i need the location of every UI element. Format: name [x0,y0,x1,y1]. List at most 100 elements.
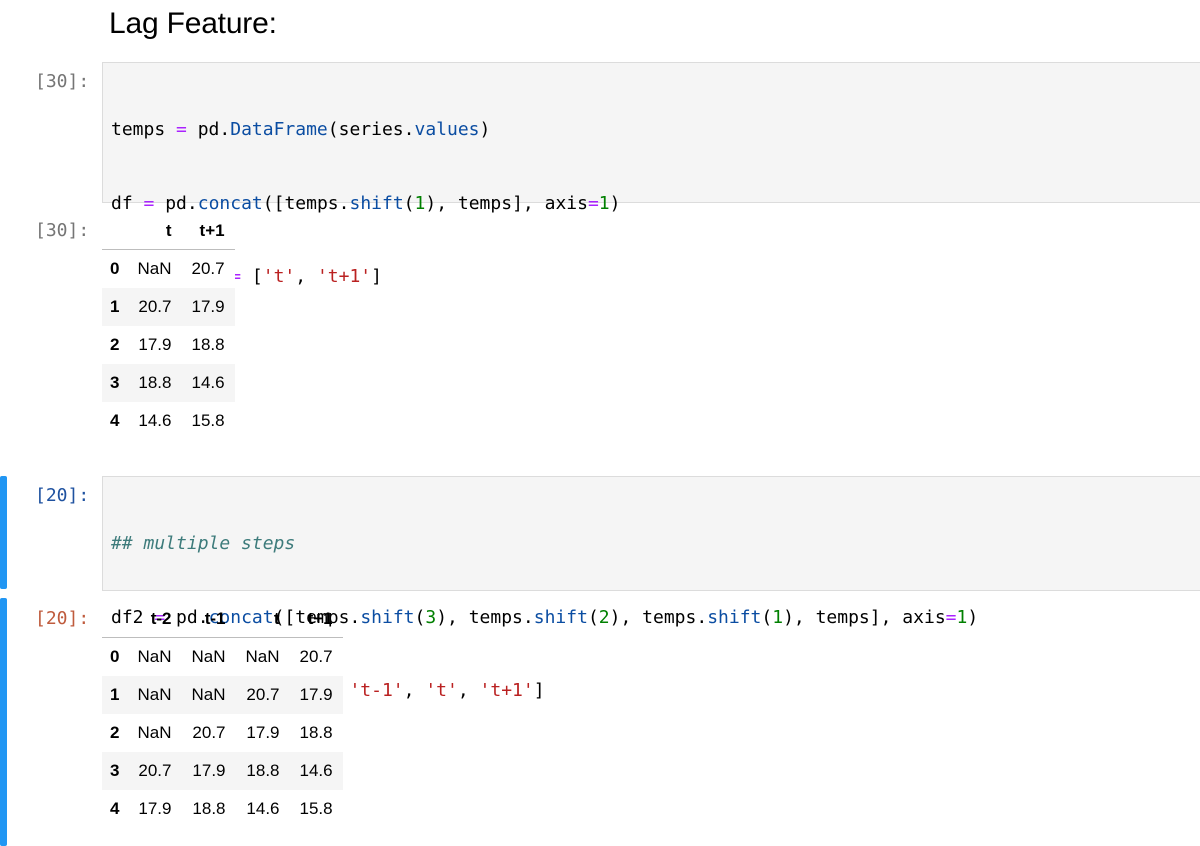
code-line: temps = pd.DataFrame(series.values) [111,118,620,143]
table-cell: 20.7 [299,647,333,666]
column-header: t+1 [289,601,343,638]
cell-1-code-editor[interactable]: temps = pd.DataFrame(series.values) df =… [102,62,1200,434]
code-token: temps [111,119,166,140]
table-cell: 20.7 [191,259,225,278]
cell-2-output-prompt: [20]: [35,608,90,629]
code-token: 't' [262,266,296,287]
table-row: 2 NaN 20.7 17.9 18.8 [102,714,343,752]
table-cell: 17.9 [138,335,172,354]
cell-2-input-prompt: [20]: [35,485,90,506]
cell-2-input-selection-bar[interactable] [0,476,7,589]
code-token: ] [371,266,382,287]
code-token: = [165,119,198,140]
code-token: shift [707,606,762,628]
column-header: t-1 [181,601,236,638]
table-row: 4 17.9 18.8 14.6 15.8 [102,790,343,828]
cell-2-dataframe: t-2 t-1 t t+1 0 NaN NaN NaN 20.7 1 NaN NaN 20.7 1… [102,601,343,828]
code-token: 1 [956,606,968,628]
table-cell: 18.8 [299,723,333,742]
row-index: 4 [110,799,120,818]
index-header [102,213,128,250]
table-cell: NaN [191,647,226,666]
code-token: shift [533,606,588,628]
table-cell: 18.8 [191,335,225,354]
code-token: ## multiple steps [111,533,296,554]
code-token: . [219,119,231,140]
code-token: ( [414,606,426,628]
cell-2-code-editor[interactable]: ## multiple steps df2 = pd.concat([temps… [102,476,1200,775]
code-token: ( [327,119,339,140]
code-token: [ [251,266,263,287]
code-token: temps [804,606,870,628]
code-token: = [587,192,599,214]
table-cell: 18.8 [192,799,226,818]
table-cell: 20.7 [138,297,172,316]
code-line: ## multiple steps [111,532,978,557]
table-header-row: t-2 t-1 t t+1 [102,601,343,638]
code-token: ), [425,192,448,214]
code-token: ], [869,606,892,628]
code-token: ), [436,606,458,628]
code-token: axis [533,192,588,214]
cell-1-output-prompt: [30]: [35,220,90,241]
code-token: 't' [425,680,458,701]
code-token: shift [360,606,415,628]
row-index: 3 [110,373,120,392]
code-token: axis [891,606,946,628]
table-row: 0 NaN NaN NaN 20.7 [102,637,343,676]
table-cell: 17.9 [191,297,225,316]
code-token: 3 [425,606,437,628]
row-index: 1 [110,297,120,316]
code-token: , [457,680,480,701]
table-cell: 14.6 [191,373,225,392]
code-token: temps [447,192,513,214]
code-token: temps [631,606,697,628]
table-row: 3 18.8 14.6 [102,364,235,402]
table-cell: 17.9 [299,685,333,704]
code-token: concat [197,192,263,214]
table-cell: NaN [245,647,280,666]
code-token: = [945,606,957,628]
code-token: . [338,192,350,214]
row-index: 2 [110,723,120,742]
code-token: ) [967,606,979,628]
code-token: ) [609,192,621,214]
code-token: pd [197,119,220,140]
table-cell: 20.7 [138,761,172,780]
code-token: ), [609,606,632,628]
code-token: 1 [414,192,426,214]
table-row: 1 NaN NaN 20.7 17.9 [102,676,343,714]
table-cell: NaN [191,685,226,704]
index-header [102,601,128,638]
table-cell: 17.9 [192,761,226,780]
table-row: 2 17.9 18.8 [102,326,235,364]
row-index: 1 [110,685,120,704]
code-token: ), [783,606,805,628]
code-token: 't+1' [316,266,372,287]
code-token: , [295,266,317,287]
code-token: pd [165,192,187,214]
code-token: ([ [262,192,285,214]
table-cell: 14.6 [299,761,333,780]
table-row: 3 20.7 17.9 18.8 14.6 [102,752,343,790]
cell-1-dataframe: t t+1 0 NaN 20.7 1 20.7 17.9 2 17.9 18.8 3 18.8 14.… [102,213,235,440]
code-token: ) [479,119,491,140]
table-cell: NaN [137,647,172,666]
table-row: 4 14.6 15.8 [102,402,235,440]
table-cell: 20.7 [246,685,280,704]
code-token: ( [761,606,773,628]
code-token: shift [349,192,404,214]
cell-2-output-selection-bar[interactable] [0,598,7,846]
column-header: t+1 [181,213,235,250]
table-cell: NaN [137,259,172,278]
row-index: 2 [110,335,120,354]
code-token: ] [533,680,545,701]
table-row: 1 20.7 17.9 [102,288,235,326]
table-row: 0 NaN 20.7 [102,249,235,288]
table-cell: 15.8 [299,799,333,818]
table-cell: 18.8 [246,761,280,780]
code-token: ( [587,606,599,628]
code-token: 't+1' [479,680,534,701]
code-token: 't-1' [349,680,404,701]
code-token: 1 [598,192,610,214]
